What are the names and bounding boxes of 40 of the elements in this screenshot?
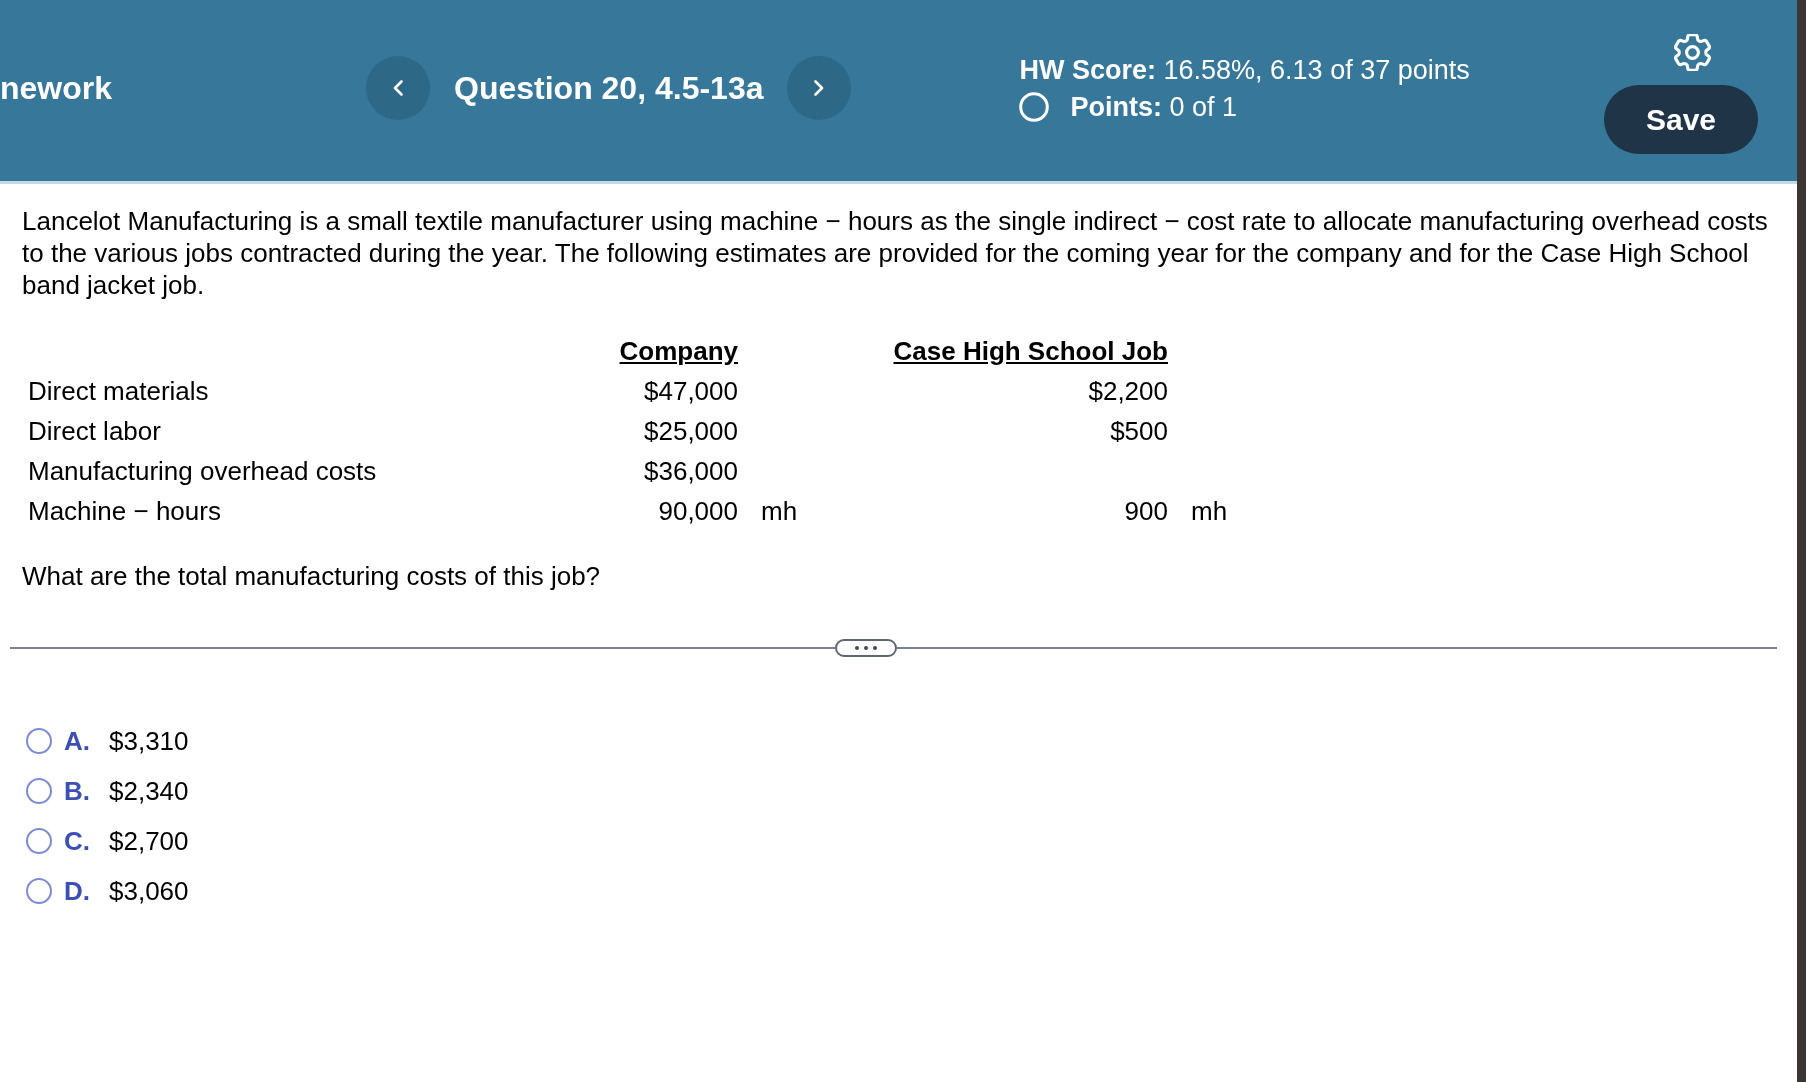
table-cell-text: $500 xyxy=(1110,414,1168,448)
row-label: Manufacturing overhead costs xyxy=(28,454,377,488)
choice-text: $2,340 xyxy=(109,774,189,808)
unit-label: mh xyxy=(761,494,798,528)
points-text: Points: 0 of 1 xyxy=(1070,91,1238,123)
choice-letter: B. xyxy=(64,774,91,808)
table-cell-text: 90,000 xyxy=(658,494,738,528)
chevron-left-icon xyxy=(393,80,403,96)
table-cell-text: $2,200 xyxy=(1088,374,1168,408)
choice-letter: C. xyxy=(64,824,91,858)
radio-button[interactable] xyxy=(26,878,52,904)
table-cell-text: $25,000 xyxy=(644,414,738,448)
table-cell-text: 900 xyxy=(1124,494,1168,528)
choice-text: $3,310 xyxy=(109,724,189,758)
choice-text: $2,700 xyxy=(109,824,189,858)
status-circle-icon xyxy=(1019,92,1050,122)
expand-button[interactable] xyxy=(835,639,897,657)
radio-button[interactable] xyxy=(26,778,52,804)
choice-text: $3,060 xyxy=(109,874,189,908)
unit-label: mh xyxy=(1191,494,1228,528)
row-label: Direct labor xyxy=(28,414,161,448)
column-header: Company xyxy=(619,334,738,368)
choice-letter: D. xyxy=(64,874,91,908)
row-label: Direct materials xyxy=(28,374,209,408)
choice-letter: A. xyxy=(64,724,91,758)
save-button[interactable]: Save xyxy=(1604,85,1758,154)
radio-button[interactable] xyxy=(26,828,52,854)
column-header: Case High School Job xyxy=(893,334,1168,368)
problem-text: Lancelot Manufacturing is a small textile manufacturer using machine − hours as the single indirect − cost rate to allocate manufacturing overhead costs to the various jobs contracted during the year. The following estimates are provided for the coming year for the company and for the Case High School band jacket job. xyxy=(22,205,1769,301)
table-cell-text: $47,000 xyxy=(644,374,738,408)
radio-button[interactable] xyxy=(26,728,52,754)
question-title: Question 20, 4.5-13a xyxy=(454,69,764,108)
page-title: nework xyxy=(0,69,114,108)
table-cell-text: $36,000 xyxy=(644,454,738,488)
ellipsis-icon xyxy=(855,646,877,650)
row-label: Machine − hours xyxy=(28,494,221,528)
settings-icon[interactable] xyxy=(1674,34,1711,71)
question-prompt: What are the total manufacturing costs of this job? xyxy=(22,560,602,592)
hw-score-text: HW Score: 16.58%, 6.13 of 37 points xyxy=(1019,54,1470,86)
chevron-right-icon xyxy=(814,80,825,96)
